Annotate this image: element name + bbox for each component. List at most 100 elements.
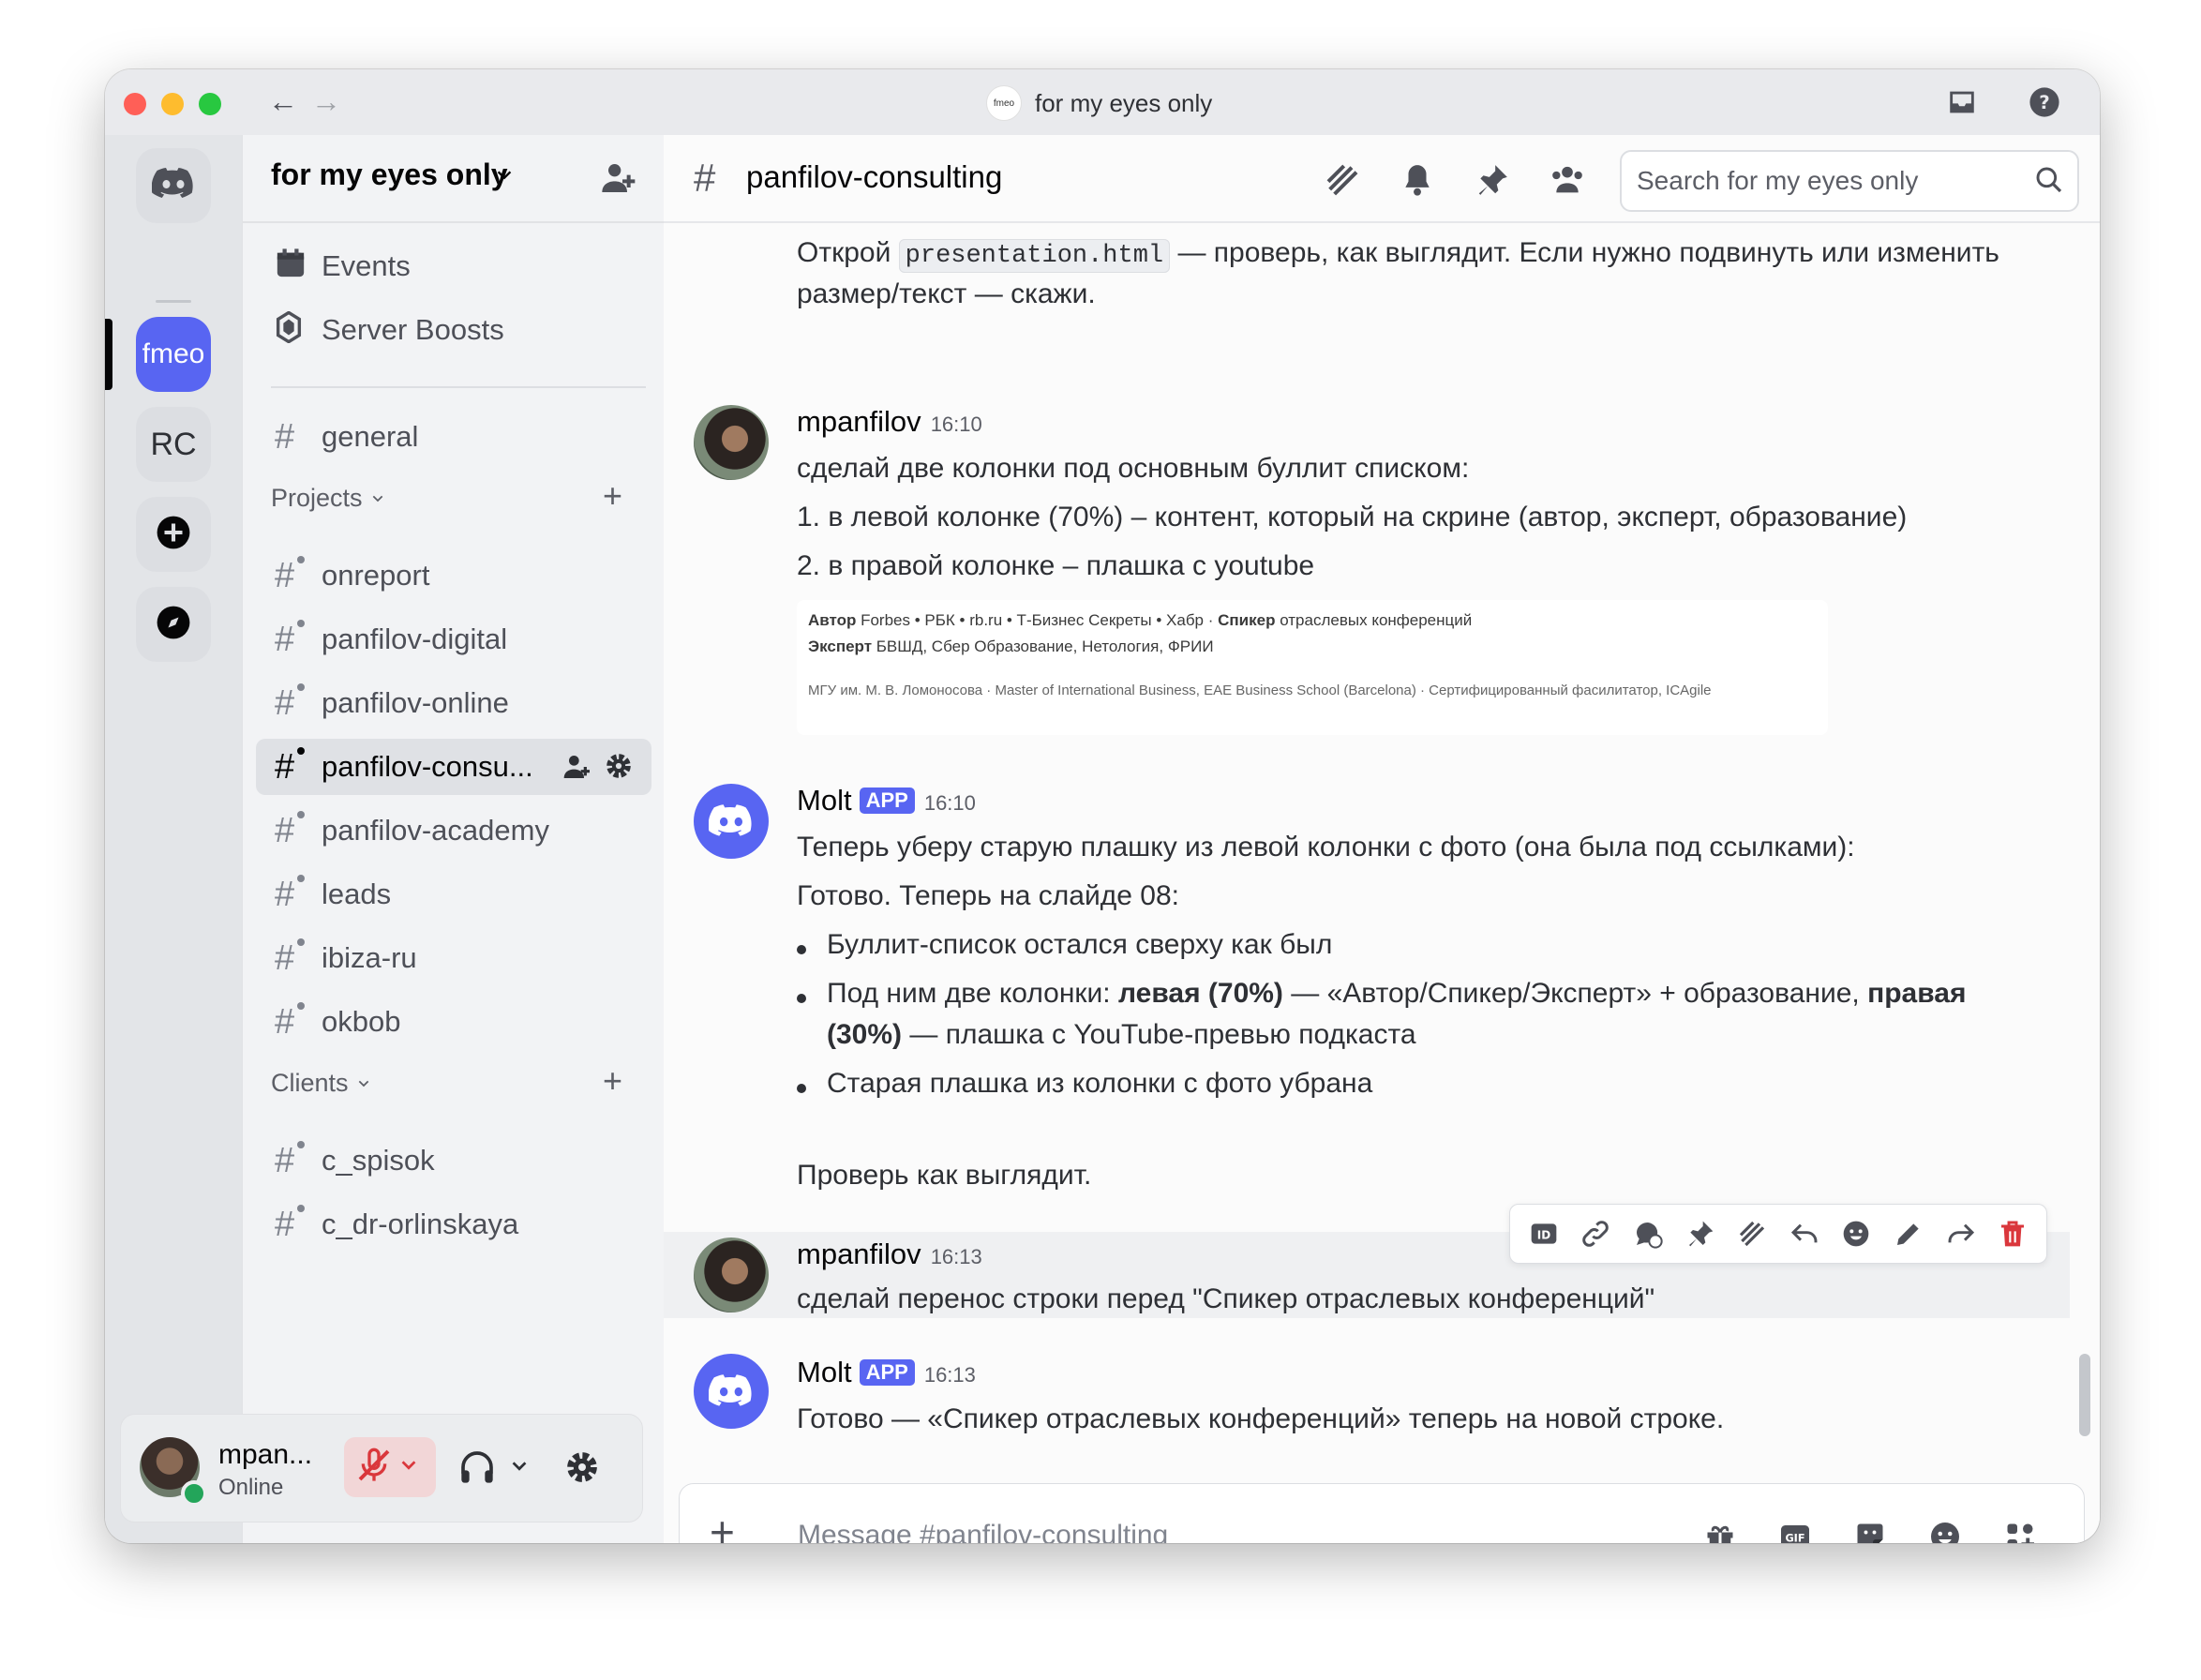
discord-home-button[interactable] xyxy=(136,148,211,223)
channel-ibiza-ru[interactable]: # ibiza-ru xyxy=(256,930,651,986)
member-list-icon[interactable] xyxy=(1547,159,1588,201)
close-window-button[interactable] xyxy=(124,93,146,115)
title-bar: ← → fmeo for my eyes only ? xyxy=(105,69,2100,135)
back-arrow-icon[interactable]: ← xyxy=(268,84,298,119)
server-fmeo[interactable]: fmeo xyxy=(136,317,211,392)
headphones-icon[interactable] xyxy=(458,1448,496,1491)
avatar[interactable] xyxy=(694,405,769,480)
threads-icon[interactable] xyxy=(1734,1216,1770,1252)
add-channel-projects-icon[interactable]: + xyxy=(603,476,622,516)
explore-servers-button[interactable] xyxy=(136,587,211,662)
pin-icon[interactable] xyxy=(1683,1216,1718,1252)
channel-label: panfilov-consu... xyxy=(322,750,533,783)
link-icon[interactable] xyxy=(1578,1216,1613,1252)
rail-separator xyxy=(156,300,191,303)
server-name: for my eyes only xyxy=(271,158,508,191)
threads-icon[interactable] xyxy=(1322,159,1363,201)
channel-panfilov-online[interactable]: # panfilov-online xyxy=(256,675,651,731)
pencil-edit-icon[interactable] xyxy=(1891,1216,1926,1252)
sidebar-item-events[interactable]: Events xyxy=(256,238,651,294)
help-icon[interactable]: ? xyxy=(2027,84,2062,120)
message-text: Теперь уберу старую плашку из левой коло… xyxy=(797,832,1855,862)
chat-area: # panfilov-consulting Search for my eyes… xyxy=(664,135,2100,1543)
sidebar-item-label: Server Boosts xyxy=(322,313,504,346)
zoom-window-button[interactable] xyxy=(199,93,221,115)
message-composer[interactable]: + Message #panfilov-consulting GIF xyxy=(679,1483,2085,1543)
text-channel-icon: # xyxy=(275,556,316,593)
add-channel-clients-icon[interactable]: + xyxy=(603,1061,622,1101)
channel-general[interactable]: # general xyxy=(256,409,651,465)
server-rc[interactable]: RC xyxy=(136,407,211,482)
trash-icon[interactable] xyxy=(1995,1216,2030,1252)
inbox-icon[interactable] xyxy=(1944,84,1980,120)
channel-onreport[interactable]: # onreport xyxy=(256,548,651,604)
message-author[interactable]: mpanfilov 16:13 xyxy=(797,1238,982,1271)
sidebar-item-server-boosts[interactable]: Server Boosts xyxy=(256,302,651,358)
image-attachment[interactable]: Автор Forbes • РБК • rb.ru • Т-Бизнес Се… xyxy=(797,600,1828,735)
channel-panfilov-consulting[interactable]: # panfilov-consu... xyxy=(256,739,651,795)
forward-arrow-icon[interactable]: → xyxy=(311,84,341,119)
sticker-icon[interactable] xyxy=(1849,1516,1891,1543)
message-actions-toolbar: ID xyxy=(1509,1204,2047,1264)
chevron-down-icon[interactable] xyxy=(398,1455,419,1480)
microphone-muted-icon xyxy=(355,1447,393,1489)
forward-icon[interactable] xyxy=(1943,1216,1979,1252)
chevron-down-icon xyxy=(372,495,382,502)
channel-c-dr-orlinskaya[interactable]: # c_dr-orlinskaya xyxy=(256,1196,651,1252)
user-status: Online xyxy=(218,1475,284,1500)
text-channel-icon: # xyxy=(275,747,316,785)
channel-panfilov-digital[interactable]: # panfilov-digital xyxy=(256,611,651,668)
app-window: ← → fmeo for my eyes only ? fmeo RC for … xyxy=(105,69,2100,1543)
reply-arrow-icon[interactable] xyxy=(1787,1216,1822,1252)
search-input[interactable]: Search for my eyes only xyxy=(1620,150,2079,212)
emoji-icon[interactable] xyxy=(1924,1516,1966,1543)
bell-icon[interactable] xyxy=(1397,159,1438,201)
user-name[interactable]: mpan... xyxy=(218,1439,312,1471)
message-author[interactable]: Molt APP 16:13 xyxy=(797,1356,976,1389)
pin-icon[interactable] xyxy=(1472,159,1513,201)
boost-icon xyxy=(275,309,316,350)
text-channel-icon: # xyxy=(275,811,316,848)
scrollbar[interactable] xyxy=(2079,1354,2090,1436)
channel-panfilov-academy[interactable]: # panfilov-academy xyxy=(256,802,651,859)
bot-avatar[interactable] xyxy=(694,784,769,859)
add-server-button[interactable] xyxy=(136,497,211,572)
reply-thread-icon[interactable] xyxy=(1630,1216,1666,1252)
category-projects[interactable]: Projects xyxy=(271,484,385,513)
text-channel-icon: # xyxy=(275,1002,316,1040)
category-clients[interactable]: Clients xyxy=(271,1069,371,1098)
server-header[interactable]: for my eyes only xyxy=(243,135,665,223)
gif-label: GIF xyxy=(1785,1532,1804,1543)
channel-sidebar: for my eyes only Events Server Boosts # … xyxy=(242,135,665,1543)
message-author[interactable]: Molt APP 16:10 xyxy=(797,784,976,818)
avatar[interactable] xyxy=(694,1238,769,1312)
channel-leads[interactable]: # leads xyxy=(256,866,651,922)
apps-icon[interactable] xyxy=(1999,1516,2041,1543)
text-channel-icon: # xyxy=(275,1205,316,1242)
gif-icon[interactable]: GIF xyxy=(1774,1516,1816,1543)
bot-avatar[interactable] xyxy=(694,1354,769,1429)
message-timestamp: 16:10 xyxy=(930,412,982,436)
channel-label: leads xyxy=(322,878,392,910)
message-timestamp: 16:10 xyxy=(923,791,976,815)
message-text: Готово — «Спикер отраслевых конференций»… xyxy=(797,1403,1725,1434)
invite-people-icon[interactable] xyxy=(599,159,636,202)
invite-member-icon[interactable] xyxy=(561,752,591,787)
gift-icon[interactable] xyxy=(1699,1516,1741,1543)
copy-id-icon[interactable]: ID xyxy=(1526,1216,1562,1252)
channel-okbob[interactable]: # okbob xyxy=(256,994,651,1050)
add-attachment-icon[interactable]: + xyxy=(710,1510,735,1543)
channel-c-spisok[interactable]: # c_spisok xyxy=(256,1132,651,1189)
message-author[interactable]: mpanfilov 16:10 xyxy=(797,405,982,439)
channel-label: panfilov-online xyxy=(322,686,509,719)
minimize-window-button[interactable] xyxy=(161,93,184,115)
message-text: Проверь как выглядит. xyxy=(797,1160,1092,1191)
message-timestamp: 16:13 xyxy=(930,1245,982,1268)
mute-button[interactable] xyxy=(344,1437,436,1497)
active-server-indicator xyxy=(105,319,112,390)
user-settings-gear-icon[interactable] xyxy=(563,1448,601,1491)
chevron-down-icon[interactable] xyxy=(509,1456,530,1481)
gear-icon[interactable] xyxy=(603,750,635,787)
emoji-reaction-icon[interactable] xyxy=(1838,1216,1874,1252)
message-input[interactable]: Message #panfilov-consulting xyxy=(798,1520,1168,1543)
